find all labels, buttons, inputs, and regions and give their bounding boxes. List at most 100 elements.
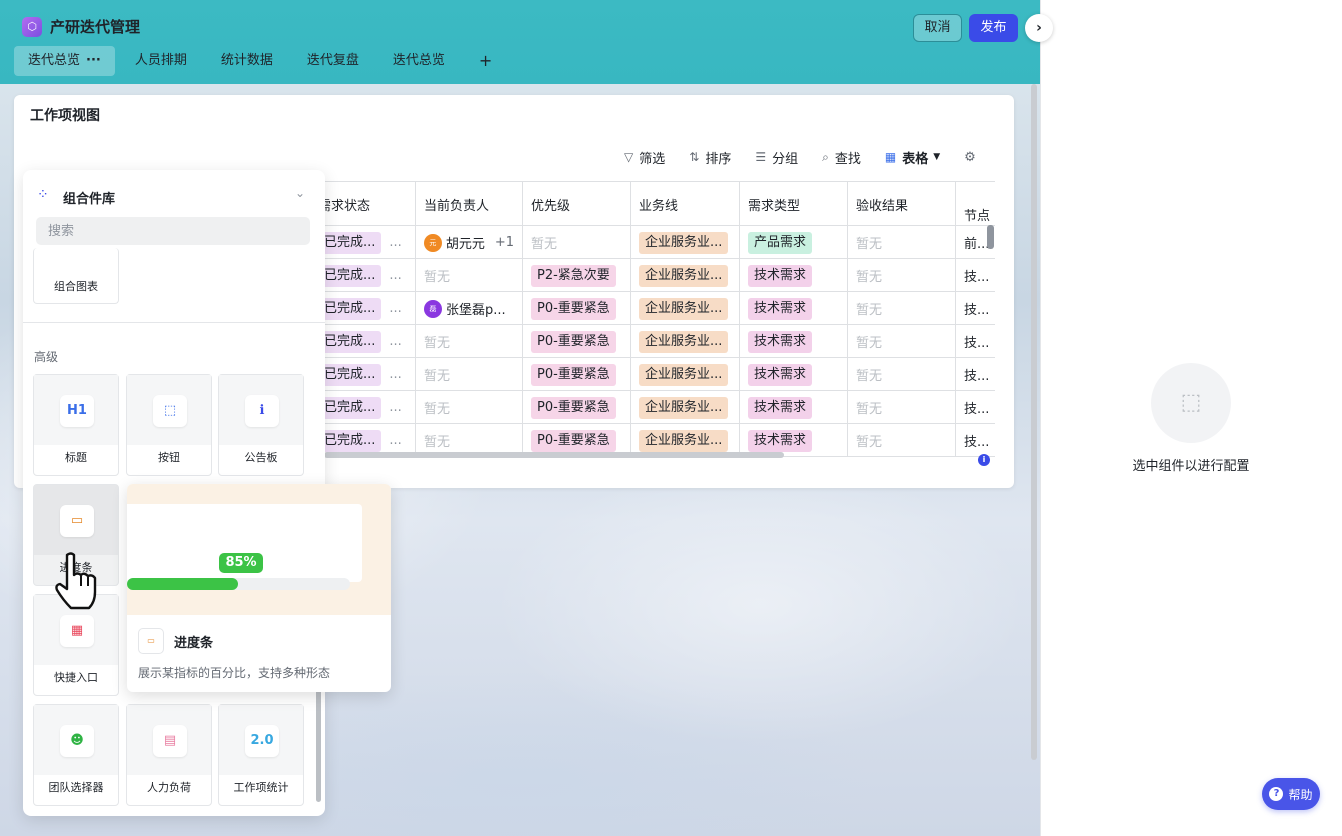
view-type-dropdown[interactable]: ▦ 表格 ▼	[885, 148, 940, 167]
table-vertical-scrollbar[interactable]	[987, 225, 994, 249]
app-logo-icon: ⬡	[22, 17, 42, 37]
cell-business[interactable]: 企业服务业...	[631, 292, 740, 325]
cell-priority[interactable]: P2-紧急次要	[523, 259, 631, 292]
component-combo-chart[interactable]: 组合图表	[33, 248, 119, 304]
cell-type[interactable]: 技术需求	[740, 259, 848, 292]
add-tab-icon[interactable]: +	[465, 46, 506, 76]
component-workload[interactable]: ▤ 人力负荷	[126, 704, 212, 806]
library-scrollbar[interactable]	[316, 688, 321, 802]
tab-more-icon[interactable]: ···	[86, 53, 101, 68]
cell-acceptance[interactable]: 暂无	[848, 259, 956, 292]
more-icon[interactable]: ...	[389, 268, 401, 283]
cell-priority[interactable]: P0-重要紧急	[523, 325, 631, 358]
config-empty-hint: 选中组件以进行配置	[1132, 459, 1250, 474]
cell-business[interactable]: 企业服务业...	[631, 259, 740, 292]
find-button[interactable]: ⌕ 查找	[822, 148, 861, 167]
info-icon[interactable]: i	[978, 454, 990, 466]
cell-status[interactable]: 已完成......	[310, 391, 416, 424]
cell-type[interactable]: 产品需求	[740, 226, 848, 259]
cell-type[interactable]: 技术需求	[740, 391, 848, 424]
table-row[interactable]: 已完成...... 暂无 P0-重要紧急 企业服务业... 技术需求 暂无 技...	[310, 325, 995, 358]
cell-node[interactable]: 技...	[956, 325, 995, 358]
cell-acceptance[interactable]: 暂无	[848, 424, 956, 457]
cell-priority[interactable]: P0-重要紧急	[523, 391, 631, 424]
component-label: 快捷入口	[54, 671, 98, 684]
more-icon[interactable]: ...	[389, 367, 401, 382]
more-icon[interactable]: ...	[389, 400, 401, 415]
group-button[interactable]: ☰ 分组	[755, 148, 798, 167]
cell-status[interactable]: 已完成......	[310, 226, 416, 259]
tab-review[interactable]: 迭代复盘	[293, 46, 373, 76]
column-header-priority[interactable]: 优先级	[523, 182, 631, 226]
cell-priority[interactable]: 暂无	[523, 226, 631, 259]
publish-button[interactable]: 发布	[969, 14, 1018, 42]
cell-acceptance[interactable]: 暂无	[848, 292, 956, 325]
table-horizontal-scrollbar[interactable]	[324, 452, 784, 458]
more-icon[interactable]: ...	[389, 433, 401, 448]
cell-business[interactable]: 企业服务业...	[631, 325, 740, 358]
cell-node[interactable]: 技...	[956, 292, 995, 325]
more-icon[interactable]: ...	[389, 301, 401, 316]
table-row[interactable]: 已完成...... 暂无 P0-重要紧急 企业服务业... 技术需求 暂无 技...	[310, 358, 995, 391]
table-row[interactable]: 已完成...... 暂无 P0-重要紧急 企业服务业... 技术需求 暂无 技...	[310, 391, 995, 424]
more-icon[interactable]: ...	[389, 235, 401, 250]
cell-type[interactable]: 技术需求	[740, 358, 848, 391]
sort-button[interactable]: ⇅ 排序	[689, 148, 731, 167]
cell-owner[interactable]: 暂无	[416, 325, 523, 358]
cell-status[interactable]: 已完成......	[310, 358, 416, 391]
table-row[interactable]: 已完成...... 元胡元元 +1 暂无 企业服务业... 产品需求 暂无 前...	[310, 226, 995, 259]
table-row[interactable]: 已完成...... 磊张堡磊p... P0-重要紧急 企业服务业... 技术需求 暂无 技.…	[310, 292, 995, 325]
cell-type[interactable]: 技术需求	[740, 325, 848, 358]
cell-business[interactable]: 企业服务业...	[631, 391, 740, 424]
component-button[interactable]: ⬚ 按钮	[126, 374, 212, 476]
column-header-acceptance[interactable]: 验收结果	[848, 182, 956, 226]
cell-owner[interactable]: 暂无	[416, 391, 523, 424]
column-header-type[interactable]: 需求类型	[740, 182, 848, 226]
chevron-right-icon[interactable]: ›	[1025, 14, 1053, 42]
column-header-owner[interactable]: 当前负责人	[416, 182, 523, 226]
column-header-node[interactable]: 节点	[956, 182, 995, 226]
tab-overview-2[interactable]: 迭代总览	[379, 46, 459, 76]
cell-priority[interactable]: P0-重要紧急	[523, 358, 631, 391]
cell-owner[interactable]: 暂无	[416, 358, 523, 391]
component-search-input[interactable]	[36, 217, 310, 245]
component-notice[interactable]: ℹ 公告板	[218, 374, 304, 476]
cell-owner[interactable]: 元胡元元 +1	[416, 226, 523, 259]
cell-node[interactable]: 技...	[956, 358, 995, 391]
column-header-business[interactable]: 业务线	[631, 182, 740, 226]
workload-icon: ▤	[153, 725, 187, 757]
cell-acceptance[interactable]: 暂无	[848, 325, 956, 358]
cell-acceptance[interactable]: 暂无	[848, 358, 956, 391]
filter-button[interactable]: ▽ 筛选	[624, 148, 665, 167]
stats-icon: 2.0	[245, 725, 279, 757]
cell-acceptance[interactable]: 暂无	[848, 226, 956, 259]
component-heading[interactable]: H1 标题	[33, 374, 119, 476]
cell-status[interactable]: 已完成......	[310, 325, 416, 358]
cancel-button[interactable]: 取消	[913, 14, 962, 42]
avatar: 磊	[424, 299, 442, 318]
canvas-scrollbar[interactable]	[1031, 84, 1037, 760]
cell-owner[interactable]: 磊张堡磊p...	[416, 292, 523, 325]
help-button[interactable]: ? 帮助	[1262, 778, 1320, 810]
tab-statistics[interactable]: 统计数据	[207, 46, 287, 76]
collapse-icon[interactable]: ⌄	[295, 186, 305, 200]
settings-gear-icon[interactable]: ⚙	[964, 150, 976, 165]
cell-acceptance[interactable]: 暂无	[848, 391, 956, 424]
cell-node[interactable]: 技...	[956, 259, 995, 292]
table-row[interactable]: 已完成...... 暂无 P2-紧急次要 企业服务业... 技术需求 暂无 技...	[310, 259, 995, 292]
cell-business[interactable]: 企业服务业...	[631, 358, 740, 391]
cell-owner[interactable]: 暂无	[416, 259, 523, 292]
cell-type[interactable]: 技术需求	[740, 292, 848, 325]
column-header-status[interactable]: 需求状态	[310, 182, 416, 226]
more-icon[interactable]: ...	[389, 334, 401, 349]
tab-schedule[interactable]: 人员排期	[121, 46, 201, 76]
cell-business[interactable]: 企业服务业...	[631, 226, 740, 259]
tab-overview[interactable]: 迭代总览 ···	[14, 46, 115, 76]
component-team[interactable]: ☻ 团队选择器	[33, 704, 119, 806]
cell-node[interactable]: 技...	[956, 391, 995, 424]
cell-status[interactable]: 已完成......	[310, 259, 416, 292]
cell-priority[interactable]: P0-重要紧急	[523, 292, 631, 325]
component-stats[interactable]: 2.0 工作项统计	[218, 704, 304, 806]
cell-node[interactable]: 技...	[956, 424, 995, 457]
cell-status[interactable]: 已完成......	[310, 292, 416, 325]
